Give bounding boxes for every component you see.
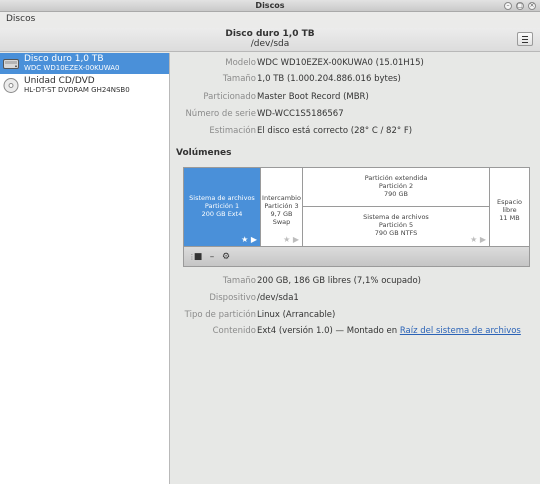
partition-type: Sistema de archivos xyxy=(189,194,255,202)
volumes-heading: Volúmenes xyxy=(176,148,232,158)
info-value: /dev/sda1 xyxy=(257,293,299,303)
drive-model: WDC WD10EZEX-00KUWA0 xyxy=(24,64,120,72)
drive-details: Modelo WDC WD10EZEX-00KUWA0 (15.01H15) T… xyxy=(171,53,540,484)
partition-size: 9,7 GB Swap xyxy=(270,210,293,226)
mount-point-link[interactable]: Raíz del sistema de archivos xyxy=(400,326,521,336)
info-value: 1,0 TB (1.000.204.886.016 bytes) xyxy=(257,74,401,84)
info-row-part-type: Tipo de partición Linux (Arrancable) xyxy=(171,310,540,322)
info-label: Número de serie xyxy=(185,109,256,119)
info-label: Tamaño xyxy=(222,74,256,84)
partition-size: 790 GB xyxy=(384,190,408,198)
optical-disc-icon xyxy=(3,78,19,93)
close-button[interactable]: × xyxy=(528,2,536,10)
window-title: Discos xyxy=(255,1,285,10)
hamburger-icon-line xyxy=(522,42,528,43)
partition-5[interactable]: Sistema de archivos Partición 5 790 GB N… xyxy=(303,207,490,246)
info-row-assessment: Estimación El disco está correcto (28° C… xyxy=(171,126,540,138)
partition-1[interactable]: Sistema de archivos Partición 1 200 GB E… xyxy=(184,168,261,246)
partition-number: Partición 3 xyxy=(264,202,299,210)
drive-name: Unidad CD/DVD xyxy=(24,76,95,86)
partition-type: Espacio libre xyxy=(497,198,522,214)
partition-number: Partición 5 xyxy=(378,221,414,229)
minimize-button[interactable]: – xyxy=(504,2,512,10)
mount-icon: ★ ▶ xyxy=(241,235,257,244)
partition-type: Sistema de archivos xyxy=(363,213,429,221)
partition-3[interactable]: Intercambio Partición 3 9,7 GB Swap ★ ▶ xyxy=(261,168,303,246)
settings-gear-icon[interactable]: ⚙ xyxy=(220,251,232,263)
drive-item-hard-disk[interactable]: Disco duro 1,0 TB WDC WD10EZEX-00KUWA0 xyxy=(0,53,169,74)
info-row-contents: Contenido Ext4 (versión 1.0) — Montado e… xyxy=(171,326,540,338)
mount-icon: ★ ▶ xyxy=(470,235,486,244)
drive-list: Disco duro 1,0 TB WDC WD10EZEX-00KUWA0 U… xyxy=(0,53,170,484)
partition-number: Partición 2 xyxy=(378,182,414,190)
hamburger-icon-line xyxy=(522,39,528,40)
hard-disk-icon xyxy=(3,59,19,69)
info-row-partitioning: Particionado Master Boot Record (MBR) xyxy=(171,92,540,104)
info-value: El disco está correcto (28° C / 82° F) xyxy=(257,126,413,136)
stop-button[interactable]: ■ xyxy=(192,251,204,263)
partition-size: 790 GB NTFS xyxy=(374,229,418,237)
info-label: Particionado xyxy=(203,92,256,102)
info-value: WD-WCC1S5186567 xyxy=(257,109,344,119)
partition-size: 11 MB xyxy=(499,214,520,222)
disks-window: Discos – □ × Discos Disco duro 1,0 TB /d… xyxy=(0,0,540,484)
volume-map: Sistema de archivos Partición 1 200 GB E… xyxy=(183,167,530,247)
info-label: Contenido xyxy=(212,326,256,336)
info-value: Master Boot Record (MBR) xyxy=(257,92,369,102)
menu-bar: Discos xyxy=(0,12,540,28)
contents-text: Ext4 (versión 1.0) — Montado en xyxy=(257,326,400,336)
info-value: Linux (Arrancable) xyxy=(257,310,336,320)
partition-type: Intercambio xyxy=(262,194,301,202)
mount-icon: ★ ▶ xyxy=(283,235,299,244)
partition-size: 200 GB Ext4 xyxy=(201,210,243,218)
free-space[interactable]: Espacio libre 11 MB xyxy=(490,168,529,246)
title-bar[interactable]: Discos – □ × xyxy=(0,0,540,12)
partition-type: Partición extendida xyxy=(364,174,428,182)
info-label: Estimación xyxy=(209,126,256,136)
hamburger-icon xyxy=(522,36,528,37)
info-label: Tipo de partición xyxy=(184,310,256,320)
partition-number: Partición 1 xyxy=(204,202,240,210)
drive-model: HL-DT-ST DVDRAM GH24NSB0 xyxy=(24,86,130,94)
info-value: 200 GB, 186 GB libres (7,1% ocupado) xyxy=(257,276,421,286)
info-label: Modelo xyxy=(225,58,256,68)
info-row-model: Modelo WDC WD10EZEX-00KUWA0 (15.01H15) xyxy=(171,58,540,70)
info-row-serial: Número de serie WD-WCC1S5186567 xyxy=(171,109,540,121)
info-row-size: Tamaño 1,0 TB (1.000.204.886.016 bytes) xyxy=(171,74,540,86)
drive-menu-button[interactable] xyxy=(517,32,533,46)
header-bar: Disco duro 1,0 TB /dev/sda xyxy=(0,28,540,52)
volume-toolbar: ⋮ ■ – ⚙ xyxy=(183,247,530,267)
remove-partition-button[interactable]: – xyxy=(206,251,218,263)
maximize-button[interactable]: □ xyxy=(516,2,524,10)
drive-item-optical[interactable]: Unidad CD/DVD HL-DT-ST DVDRAM GH24NSB0 xyxy=(0,75,169,96)
partition-2-extended[interactable]: Partición extendida Partición 2 790 GB xyxy=(303,168,490,207)
info-value: Ext4 (versión 1.0) — Montado en Raíz del… xyxy=(257,326,521,336)
drive-device-path: /dev/sda xyxy=(250,39,290,49)
menu-discos[interactable]: Discos xyxy=(6,14,35,24)
info-value: WDC WD10EZEX-00KUWA0 (15.01H15) xyxy=(257,58,424,68)
drive-title: Disco duro 1,0 TB xyxy=(225,29,315,39)
info-row-device: Dispositivo /dev/sda1 xyxy=(171,293,540,305)
info-label: Dispositivo xyxy=(209,293,256,303)
drive-name: Disco duro 1,0 TB xyxy=(24,54,104,64)
info-row-part-size: Tamaño 200 GB, 186 GB libres (7,1% ocupa… xyxy=(171,276,540,288)
info-label: Tamaño xyxy=(222,276,256,286)
